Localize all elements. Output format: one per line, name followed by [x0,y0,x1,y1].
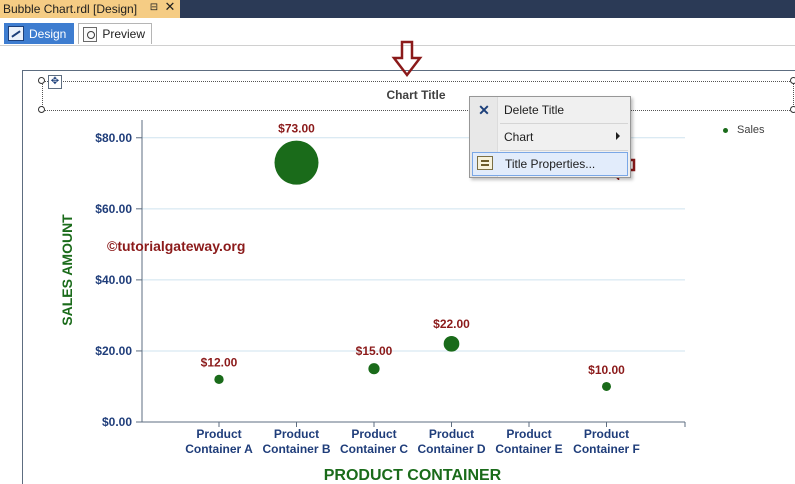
watermark: ©tutorialgateway.org [107,238,246,254]
x-tick-label: Product Container B [262,427,330,456]
properties-icon [477,156,493,170]
x-tick-label: Product Container C [340,427,408,456]
y-tick-label: $40.00 [95,273,132,287]
bubble-point [602,381,611,391]
x-tick-label: Product Container F [573,427,640,456]
x-tick-label: Product Container D [417,427,485,456]
menu-item-label: Chart [504,130,534,144]
menu-item-chart[interactable]: Chart [472,125,628,149]
bubble-point [274,140,319,185]
resize-handle-top-left[interactable] [38,77,45,84]
context-menu: ✕ Delete Title Chart Title Properties... [469,96,631,178]
resize-handle-bottom-left[interactable] [38,106,45,113]
close-icon: ✕ [478,102,490,118]
data-label: $15.00 [356,344,393,358]
report-designer-window: Bubble Chart.rdl [Design] ⊟ ✕ Design Pre… [0,0,795,484]
menu-item-title-properties[interactable]: Title Properties... [472,152,628,176]
chart-legend[interactable]: Sales [723,124,765,136]
resize-handle-bottom-right[interactable] [790,106,795,113]
data-label: $10.00 [588,363,625,377]
chart-title[interactable]: Chart Title [360,88,472,102]
bubble-point [368,363,380,375]
y-tick-label: $80.00 [95,131,132,145]
menu-separator [500,150,628,151]
bubble-point [214,374,224,385]
bubble-point [443,335,460,352]
callout-arrow-down [391,40,423,78]
x-tick-label: Product Container A [185,427,253,456]
y-tick-label: $20.00 [95,344,132,358]
x-tick-label: Product Container E [495,427,562,456]
y-axis-title[interactable]: SALES AMOUNT [59,180,75,360]
menu-item-label: Title Properties... [505,157,596,171]
menu-item-delete-title[interactable]: ✕ Delete Title [472,98,628,122]
data-label: $12.00 [201,356,238,370]
legend-entry-sales: Sales [737,124,765,136]
menu-separator [500,123,628,124]
data-label: $73.00 [278,122,315,136]
chevron-right-icon [616,132,620,140]
y-tick-label: $0.00 [102,415,132,429]
y-tick-label: $60.00 [95,202,132,216]
menu-item-label: Delete Title [504,103,565,117]
data-label: $22.00 [433,317,470,331]
move-icon[interactable]: ✥ [48,75,62,89]
x-axis-title[interactable]: PRODUCT CONTAINER [250,467,575,484]
legend-marker [723,127,728,133]
resize-handle-top-right[interactable] [790,77,795,84]
